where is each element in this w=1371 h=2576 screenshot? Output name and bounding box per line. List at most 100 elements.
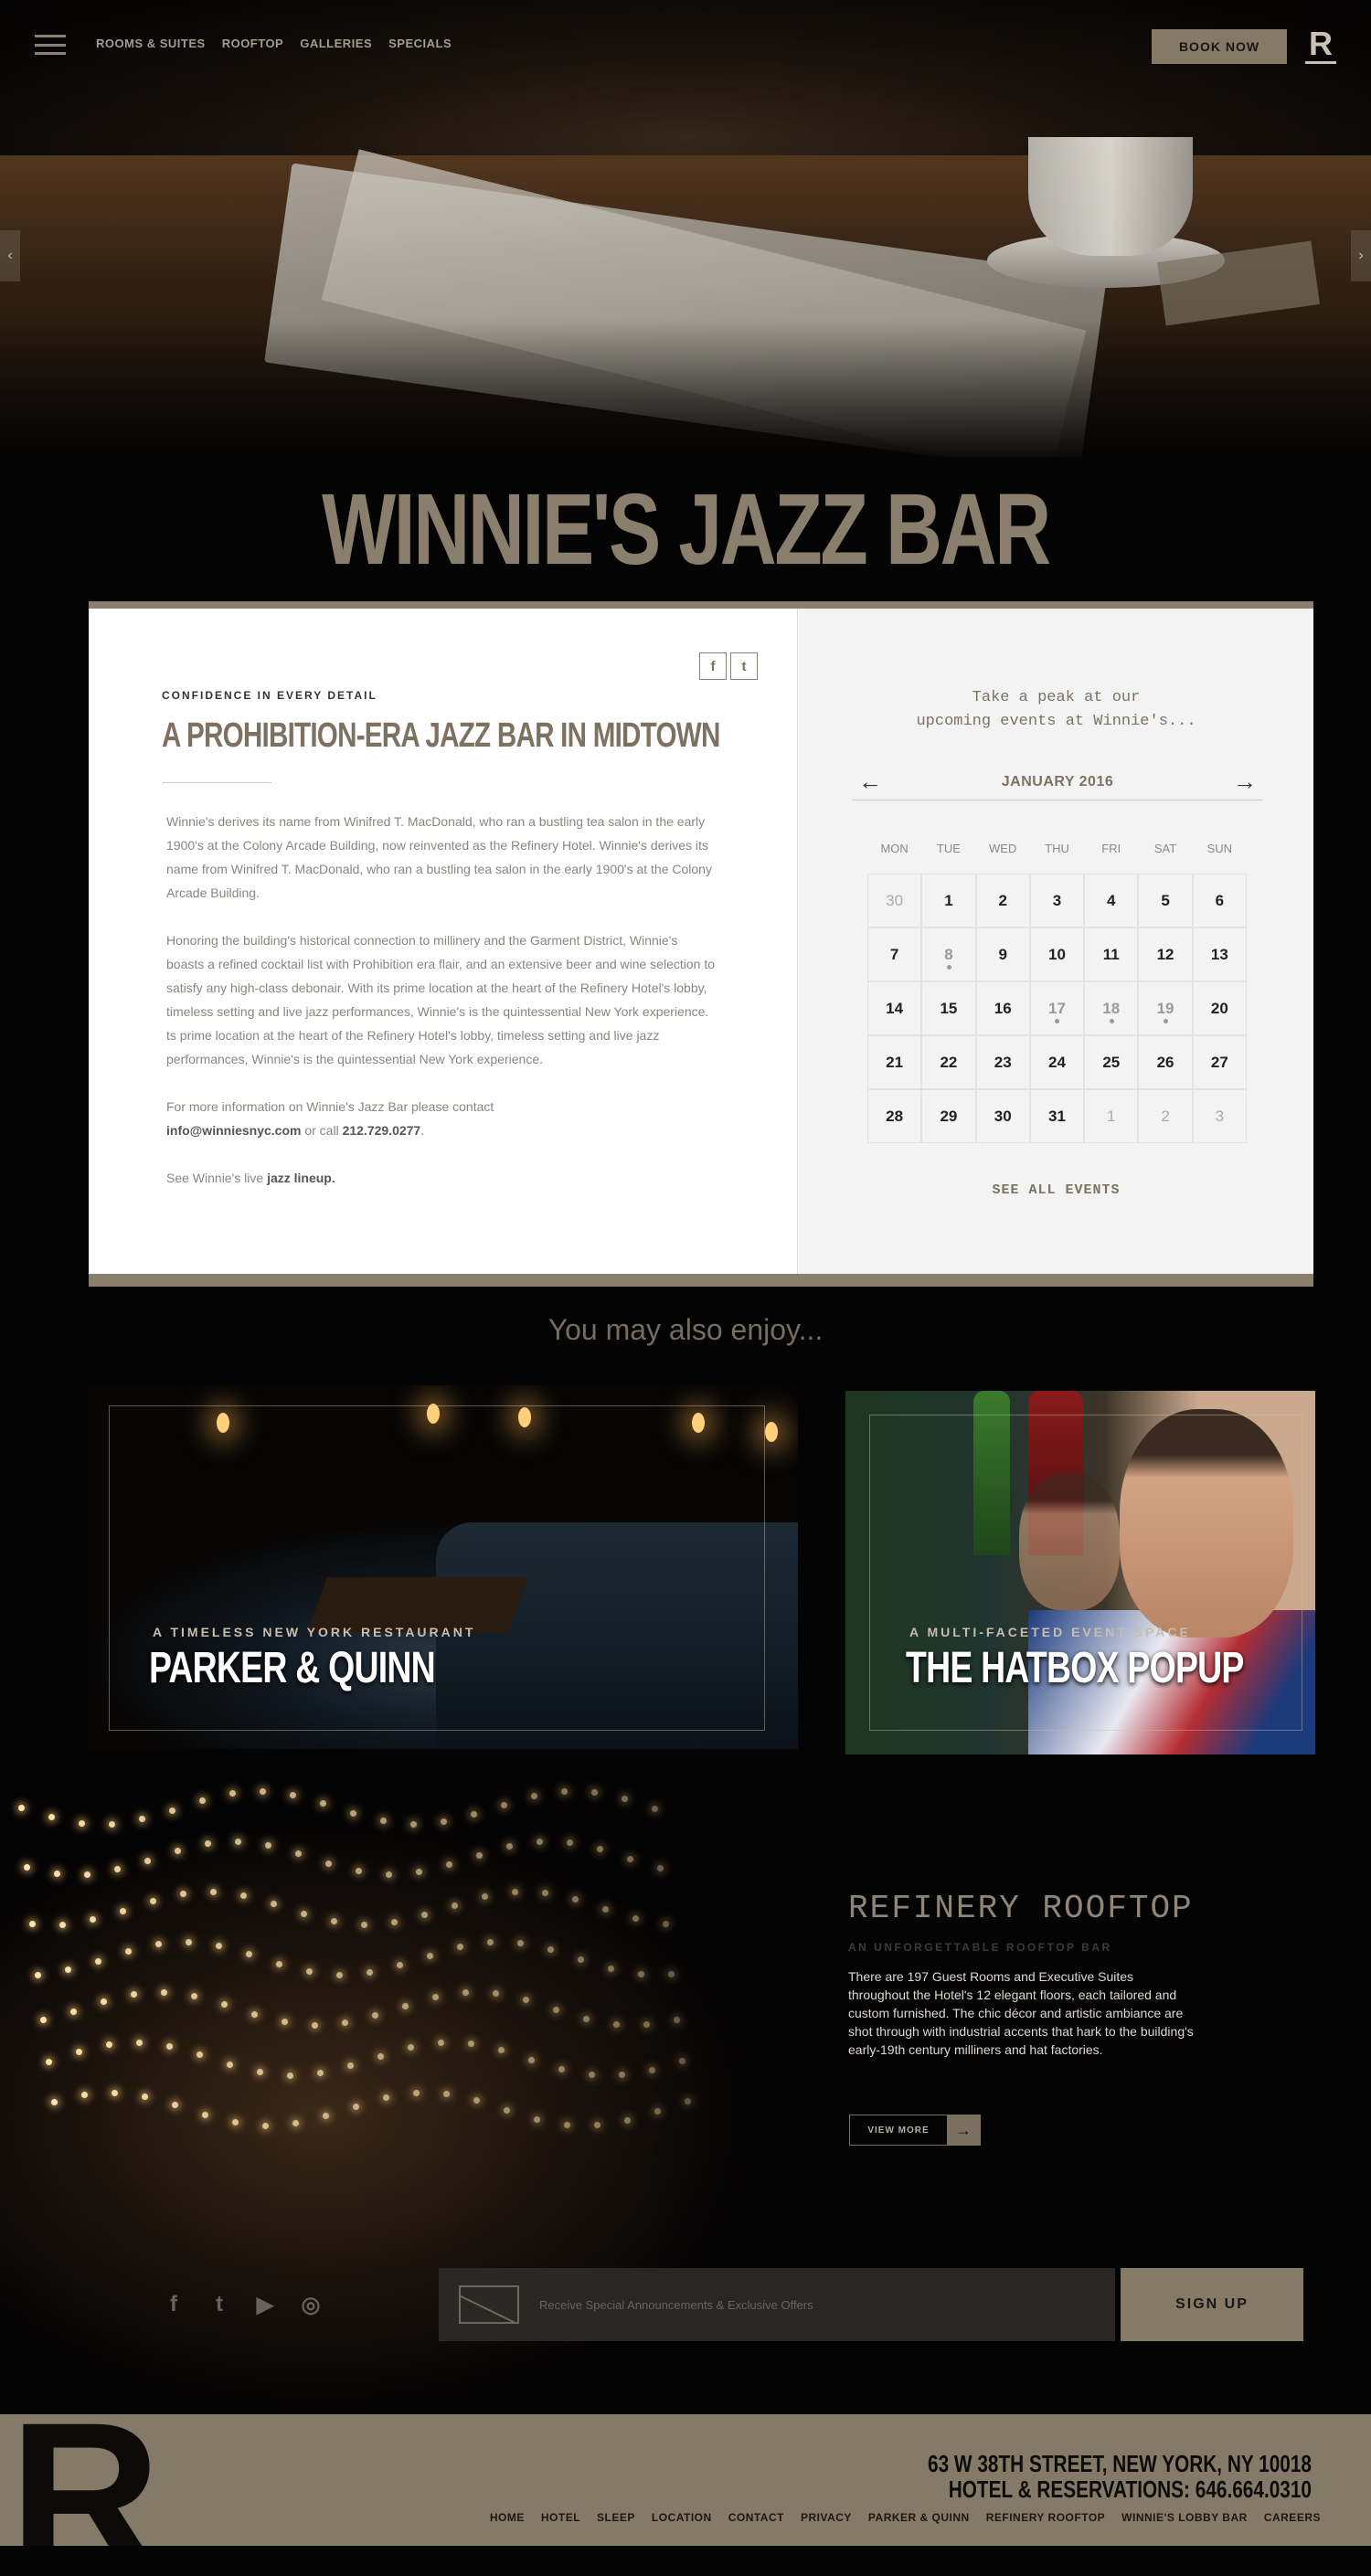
hamburger-menu-icon[interactable] — [35, 35, 66, 55]
sign-up-button[interactable]: SIGN UP — [1121, 2268, 1303, 2341]
email-input[interactable] — [539, 2297, 1051, 2312]
calendar-day[interactable]: 21 — [867, 1035, 922, 1089]
footer-address-block: 63 W 38TH STREET, NEW YORK, NY 10018 HOT… — [928, 2451, 1312, 2502]
events-intro-line: upcoming events at Winnie's... — [916, 713, 1196, 730]
promo-title: THE HATBOX POPUP — [906, 1644, 1244, 1692]
twitter-icon[interactable]: t — [206, 2292, 233, 2318]
calendar-day[interactable]: 29 — [921, 1089, 976, 1143]
eyebrow: CONFIDENCE IN EVERY DETAIL — [162, 689, 377, 702]
twitter-icon[interactable]: t — [730, 652, 758, 680]
promo-subtitle: A MULTI-FACETED EVENT SPACE — [909, 1625, 1191, 1639]
article-body: Winnie's derives its name from Winifred … — [166, 810, 715, 1214]
calendar-day[interactable]: 31 — [1029, 1089, 1085, 1143]
footer-nav-link[interactable]: LOCATION — [652, 2511, 712, 2524]
weekday-label: MON — [880, 842, 909, 855]
promo-subtitle: A TIMELESS NEW YORK RESTAURANT — [153, 1625, 476, 1639]
calendar-next-arrow-icon[interactable]: → — [1227, 768, 1263, 796]
rooftop-title: REFINERY ROOFTOP — [848, 1890, 1194, 1927]
calendar-day[interactable]: 26 — [1138, 1035, 1193, 1089]
calendar-day[interactable]: 18 — [1084, 981, 1139, 1035]
logo[interactable]: R — [1305, 27, 1336, 64]
footer-nav-link[interactable]: REFINERY ROOFTOP — [986, 2511, 1105, 2524]
footer-nav-link[interactable]: PRIVACY — [801, 2511, 852, 2524]
footer-nav-link[interactable]: CONTACT — [728, 2511, 784, 2524]
rooftop-subtitle: AN UNFORGETTABLE ROOFTOP BAR — [848, 1941, 1112, 1954]
calendar-day[interactable]: 13 — [1192, 928, 1247, 981]
calendar-day[interactable]: 27 — [1192, 1035, 1247, 1089]
calendar-prev-arrow-icon[interactable]: ← — [852, 768, 888, 796]
calendar-day[interactable]: 19 — [1138, 981, 1193, 1035]
calendar-day[interactable]: 12 — [1138, 928, 1193, 981]
calendar-day[interactable]: 11 — [1084, 928, 1139, 981]
calendar-day[interactable]: 30 — [867, 874, 922, 928]
promo-card-parker-quinn[interactable]: A TIMELESS NEW YORK RESTAURANT PARKER & … — [89, 1385, 798, 1749]
calendar-day[interactable]: 25 — [1084, 1035, 1139, 1089]
calendar-day[interactable]: 7 — [867, 928, 922, 981]
calendar-day[interactable]: 14 — [867, 981, 922, 1035]
divider — [162, 782, 271, 783]
facebook-icon[interactable]: f — [699, 652, 727, 680]
envelope-icon — [459, 2285, 519, 2324]
article-heading: A PROHIBITION-ERA JAZZ BAR IN MIDTOWN — [162, 716, 720, 755]
phone-link[interactable]: 212.729.0277 — [343, 1123, 421, 1138]
weekday-label: SAT — [1153, 842, 1177, 855]
hero-prev-arrow[interactable]: ‹ — [0, 230, 20, 281]
weekday-label: FRI — [1101, 842, 1121, 855]
contact-paragraph: For more information on Winnie's Jazz Ba… — [166, 1095, 715, 1142]
book-now-button[interactable]: BOOK NOW — [1152, 29, 1287, 64]
footer-nav-link[interactable]: HOME — [490, 2511, 525, 2524]
facebook-icon[interactable]: f — [160, 2292, 187, 2318]
calendar-day[interactable]: 1 — [1084, 1089, 1139, 1143]
calendar-day[interactable]: 2 — [975, 874, 1030, 928]
calendar-day[interactable]: 17 — [1029, 981, 1085, 1035]
footer-nav-link[interactable]: CAREERS — [1264, 2511, 1321, 2524]
enjoy-heading: You may also enjoy... — [547, 1313, 824, 1346]
calendar-day[interactable]: 15 — [921, 981, 976, 1035]
footer-nav-link[interactable]: WINNIE'S LOBBY BAR — [1121, 2511, 1248, 2524]
lineup-link[interactable]: jazz lineup. — [267, 1171, 335, 1185]
calendar-day[interactable]: 16 — [975, 981, 1030, 1035]
calendar-day[interactable]: 5 — [1138, 874, 1193, 928]
content-card: f t CONFIDENCE IN EVERY DETAIL A PROHIBI… — [89, 601, 1313, 1287]
lineup-paragraph: See Winnie's live jazz lineup. — [166, 1166, 715, 1190]
contact-text: For more information on Winnie's Jazz Ba… — [166, 1099, 494, 1114]
youtube-icon[interactable]: ▶ — [251, 2292, 279, 2318]
calendar-day[interactable]: 28 — [867, 1089, 922, 1143]
calendar-day[interactable]: 20 — [1192, 981, 1247, 1035]
calendar-day[interactable]: 4 — [1084, 874, 1139, 928]
view-more-label: VIEW MORE — [867, 2125, 930, 2136]
nav-rooftop[interactable]: ROOFTOP — [222, 37, 284, 50]
footer-nav-link[interactable]: PARKER & QUINN — [868, 2511, 970, 2524]
calendar-day[interactable]: 9 — [975, 928, 1030, 981]
events-intro-line: Take a peak at our — [972, 689, 1141, 706]
view-more-button[interactable]: VIEW MORE → — [849, 2115, 981, 2146]
contact-text: or call — [301, 1123, 343, 1138]
footer-reservations: HOTEL & RESERVATIONS: 646.664.0310 — [948, 2475, 1312, 2503]
calendar-day[interactable]: 23 — [975, 1035, 1030, 1089]
footer-nav-link[interactable]: SLEEP — [597, 2511, 635, 2524]
calendar-day[interactable]: 30 — [975, 1089, 1030, 1143]
calendar-day[interactable]: 8 — [921, 928, 976, 981]
nav-specials[interactable]: SPECIALS — [388, 37, 452, 50]
calendar-day[interactable]: 6 — [1192, 874, 1247, 928]
calendar-day[interactable]: 2 — [1138, 1089, 1193, 1143]
weekday-label: SUN — [1206, 842, 1233, 855]
nav-galleries[interactable]: GALLERIES — [300, 37, 372, 50]
calendar-day[interactable]: 24 — [1029, 1035, 1085, 1089]
email-link[interactable]: info@winniesnyc.com — [166, 1123, 301, 1138]
instagram-icon[interactable]: ◎ — [297, 2292, 324, 2318]
nav-rooms-suites[interactable]: ROOMS & SUITES — [96, 37, 206, 50]
hero-next-arrow[interactable]: › — [1351, 230, 1371, 281]
calendar-day[interactable]: 3 — [1029, 874, 1085, 928]
calendar-day[interactable]: 22 — [921, 1035, 976, 1089]
promo-card-hatbox-popup[interactable]: A MULTI-FACETED EVENT SPACE THE HATBOX P… — [845, 1391, 1315, 1754]
calendar-day[interactable]: 3 — [1192, 1089, 1247, 1143]
calendar-day[interactable]: 10 — [1029, 928, 1085, 981]
see-all-events-link[interactable]: SEE ALL EVENTS — [799, 1182, 1313, 1198]
social-links: f t ▶ ◎ — [160, 2292, 324, 2318]
page-title: WINNIE'S JAZZ BAR — [322, 473, 1051, 586]
calendar-day[interactable]: 1 — [921, 874, 976, 928]
rooftop-description: There are 197 Guest Rooms and Executive … — [848, 1969, 1194, 2057]
footer: R 63 W 38TH STREET, NEW YORK, NY 10018 H… — [0, 2414, 1371, 2546]
footer-nav-link[interactable]: HOTEL — [541, 2511, 580, 2524]
